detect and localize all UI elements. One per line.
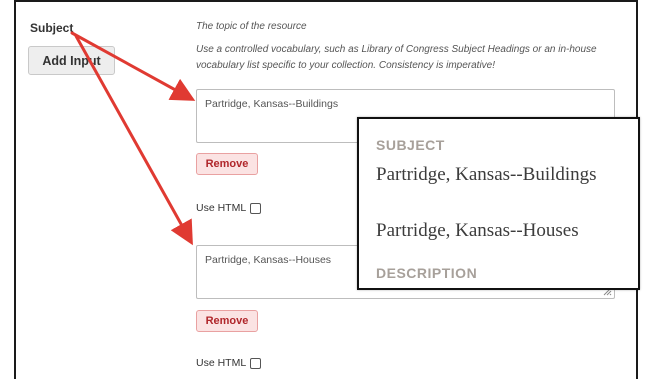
remove-button-2[interactable]: Remove bbox=[196, 310, 258, 332]
preview-popup: SUBJECT Partridge, Kansas--Buildings Par… bbox=[357, 117, 640, 290]
use-html-toggle-2[interactable]: Use HTML bbox=[196, 357, 262, 369]
add-input-button[interactable]: Add Input bbox=[28, 46, 115, 75]
use-html-label-2: Use HTML bbox=[196, 357, 247, 369]
remove-button-1[interactable]: Remove bbox=[196, 153, 258, 175]
use-html-checkbox-2[interactable] bbox=[250, 357, 262, 369]
preview-description-heading: DESCRIPTION bbox=[376, 265, 478, 281]
preview-subject-value-1: Partridge, Kansas--Buildings bbox=[376, 164, 597, 185]
preview-subject-value-2: Partridge, Kansas--Houses bbox=[376, 220, 579, 241]
use-html-checkbox-1[interactable] bbox=[250, 202, 262, 214]
subject-field-label: Subject bbox=[30, 21, 74, 35]
preview-subject-heading: SUBJECT bbox=[376, 137, 445, 153]
field-description: The topic of the resource bbox=[196, 21, 307, 32]
subject-input-1-value: Partridge, Kansas--Buildings bbox=[205, 98, 339, 110]
use-html-label-1: Use HTML bbox=[196, 202, 247, 214]
use-html-toggle-1[interactable]: Use HTML bbox=[196, 202, 262, 214]
field-guidance: Use a controlled vocabulary, such as Lib… bbox=[196, 44, 597, 71]
subject-input-2-value: Partridge, Kansas--Houses bbox=[205, 254, 332, 266]
